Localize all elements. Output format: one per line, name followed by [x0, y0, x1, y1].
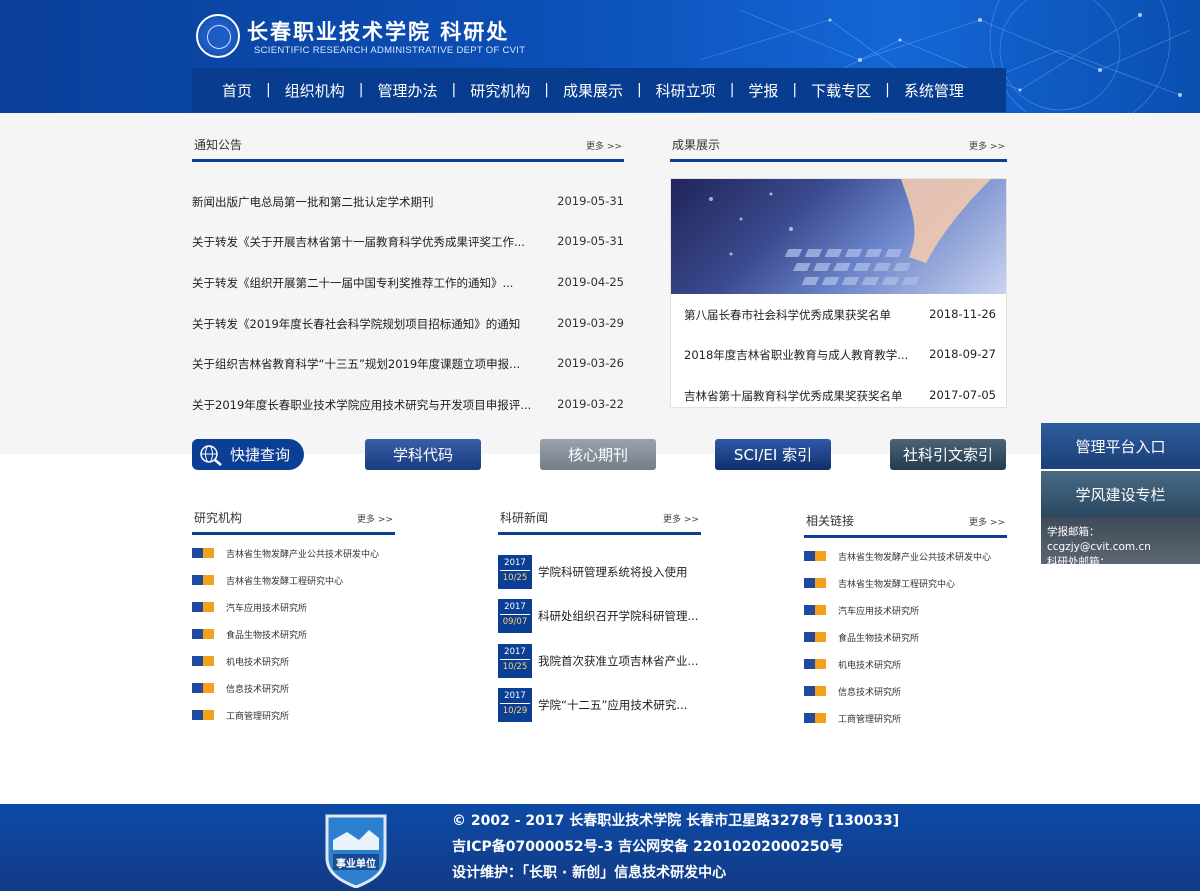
- links-header: 相关链接 更多 >>: [804, 508, 1007, 538]
- nav-projects[interactable]: 科研立项: [656, 80, 716, 101]
- news-more-link[interactable]: 更多 >>: [663, 512, 699, 525]
- nav-separator: |: [729, 82, 735, 98]
- nav-separator: |: [885, 82, 890, 98]
- notice-item[interactable]: 关于转发《2019年度长春社会科学院规划项目招标通知》的通知 2019-03-29: [192, 316, 624, 336]
- achievement-title[interactable]: 吉林省第十届教育科学优秀成果奖获奖名单: [684, 388, 914, 404]
- notice-item[interactable]: 关于组织吉林省教育科学“十三五”规划2019年度课题立项申报... 2019-03…: [192, 356, 624, 376]
- institutes-header: 研究机构 更多 >>: [192, 505, 395, 535]
- notices-header: 通知公告 更多 >>: [192, 132, 624, 162]
- institutes-title: 研究机构: [194, 511, 243, 525]
- notice-title[interactable]: 关于组织吉林省教育科学“十三五”规划2019年度课题立项申报...: [192, 356, 532, 372]
- news-title-link[interactable]: 科研处组织召开学院科研管理...: [538, 608, 703, 624]
- nav-separator: |: [544, 82, 549, 98]
- quick-search-label: 快捷查询: [230, 446, 291, 464]
- subject-code-button[interactable]: 学科代码: [365, 439, 481, 470]
- notice-title[interactable]: 关于转发《2019年度长春社会科学院规划项目招标通知》的通知: [192, 316, 532, 332]
- notice-item[interactable]: 关于转发《组织开展第二十一届中国专利奖推荐工作的通知》... 2019-04-25: [192, 275, 624, 295]
- nav-research-institutes[interactable]: 研究机构: [470, 80, 530, 101]
- nav-downloads[interactable]: 下载专区: [811, 80, 871, 101]
- contact-emails: 学报邮箱：ccgzjy@cvit.com.cn 科研处邮箱：cvitkyc@12…: [1041, 517, 1200, 583]
- notices-title: 通知公告: [194, 138, 243, 152]
- notice-date: 2019-04-25: [557, 275, 624, 289]
- notice-title[interactable]: 关于转发《关于开展吉林省第十一届教育科学优秀成果评奖工作...: [192, 234, 532, 250]
- news-title-link[interactable]: 我院首次获准立项吉林省产业...: [538, 653, 703, 669]
- achievement-item[interactable]: 2018年度吉林省职业教育与成人教育教学... 2018-09-27: [684, 347, 996, 365]
- news-item[interactable]: 2017 10/25 学院科研管理系统将投入使用: [498, 555, 708, 589]
- nav-achievements[interactable]: 成果展示: [563, 80, 623, 101]
- notice-item[interactable]: 关于2019年度长春职业技术学院应用技术研究与开发项目申报评... 2019-03…: [192, 397, 624, 417]
- site-header: 长春职业技术学院 科研处 SCIENTIFIC RESEARCH ADMINIS…: [0, 0, 1200, 113]
- achievements-more-link[interactable]: 更多 >>: [969, 139, 1005, 152]
- news-item[interactable]: 2017 10/25 我院首次获准立项吉林省产业...: [498, 644, 708, 678]
- badge-text: 事业单位: [336, 857, 376, 870]
- footer-maintainer: 设计维护：「长职 · 新创」信息技术研发中心: [452, 865, 727, 881]
- admin-platform-button[interactable]: 管理平台入口: [1041, 423, 1200, 469]
- nav-home[interactable]: 首页: [222, 80, 252, 101]
- office-email: 科研处邮箱：cvitkyc@126.com: [1047, 556, 1141, 583]
- public-institution-badge-icon[interactable]: 事业单位: [323, 810, 389, 888]
- nav-separator: |: [451, 82, 457, 98]
- achievement-item[interactable]: 第八届长春市社会科学优秀成果获奖名单 2018-11-26: [684, 307, 996, 325]
- news-date-badge: 2017 10/25: [498, 555, 532, 589]
- achievements-header: 成果展示 更多 >>: [670, 132, 1007, 162]
- notice-title[interactable]: 关于2019年度长春职业技术学院应用技术研究与开发项目申报评...: [192, 397, 532, 413]
- notice-item[interactable]: 关于转发《关于开展吉林省第十一届教育科学优秀成果评奖工作... 2019-05-3…: [192, 234, 624, 254]
- globe-search-icon: [200, 444, 222, 466]
- notice-date: 2019-03-29: [557, 316, 624, 330]
- nav-separator: |: [266, 82, 271, 98]
- notice-date: 2019-05-31: [557, 194, 624, 208]
- footer-icp[interactable]: 吉ICP备07000052号-3 吉公网安备 22010202000250号: [452, 836, 843, 856]
- nav-separator: |: [636, 82, 642, 98]
- nav-separator: |: [792, 82, 798, 98]
- notice-date: 2019-03-22: [557, 397, 624, 411]
- notice-item[interactable]: 新闻出版广电总局第一批和第二批认定学术期刊 2019-05-31: [192, 194, 624, 214]
- news-title-link[interactable]: 学院“十二五”应用技术研究...: [538, 697, 703, 713]
- college-seal-logo[interactable]: [196, 14, 240, 58]
- notice-title[interactable]: 新闻出版广电总局第一批和第二批认定学术期刊: [192, 194, 532, 210]
- nav-organization[interactable]: 组织机构: [285, 80, 345, 101]
- news-title: 科研新闻: [500, 511, 549, 525]
- achievements-panel: 第八届长春市社会科学优秀成果获奖名单 2018-11-26 2018年度吉林省职业…: [670, 178, 1007, 408]
- academic-style-button[interactable]: 学风建设专栏: [1041, 471, 1200, 517]
- achievement-date: 2018-09-27: [929, 347, 996, 361]
- news-title-link[interactable]: 学院科研管理系统将投入使用: [538, 564, 703, 580]
- achievement-title[interactable]: 2018年度吉林省职业教育与成人教育教学...: [684, 347, 914, 363]
- footer-copyright: © 2002 - 2017 长春职业技术学院 长春市卫星路3278号 [1300…: [452, 813, 900, 829]
- keyboard-hand-image[interactable]: [671, 179, 1006, 294]
- news-date-badge: 2017 09/07: [498, 599, 532, 633]
- site-subtitle: SCIENTIFIC RESEARCH ADMINISTRATIVE DEPT …: [254, 45, 526, 56]
- core-journals-button[interactable]: 核心期刊: [540, 439, 656, 470]
- notice-title[interactable]: 关于转发《组织开展第二十一届中国专利奖推荐工作的通知》...: [192, 275, 532, 291]
- main-nav: 首页 | 组织机构 | 管理办法 | 研究机构 | 成果展示 | 科研立项 | …: [192, 68, 1006, 112]
- site-footer: 事业单位 © 2002 - 2017 长春职业技术学院 长春市卫星路3278号 …: [0, 804, 1200, 891]
- notices-more-link[interactable]: 更多 >>: [586, 139, 622, 152]
- institutes-more-link[interactable]: 更多 >>: [357, 512, 393, 525]
- news-header: 科研新闻 更多 >>: [498, 505, 701, 535]
- sci-ei-index-button[interactable]: SCI/EI 索引: [715, 439, 831, 470]
- links-title: 相关链接: [806, 514, 855, 528]
- nav-system-admin[interactable]: 系统管理: [904, 80, 964, 101]
- news-item[interactable]: 2017 10/29 学院“十二五”应用技术研究...: [498, 688, 708, 722]
- achievement-date: 2017-07-05: [929, 388, 996, 402]
- site-title: 长春职业技术学院 科研处: [247, 19, 510, 44]
- achievements-title: 成果展示: [672, 138, 721, 152]
- quick-search-button[interactable]: 快捷查询: [192, 439, 304, 470]
- achievement-item[interactable]: 吉林省第十届教育科学优秀成果奖获奖名单 2017-07-05: [684, 388, 996, 406]
- nav-regulations[interactable]: 管理办法: [377, 80, 437, 101]
- achievement-date: 2018-11-26: [929, 307, 996, 321]
- social-science-index-button[interactable]: 社科引文索引: [890, 439, 1006, 470]
- achievement-title[interactable]: 第八届长春市社会科学优秀成果获奖名单: [684, 307, 914, 323]
- notice-date: 2019-03-26: [557, 356, 624, 370]
- news-date-badge: 2017 10/25: [498, 644, 532, 678]
- nav-journal[interactable]: 学报: [748, 80, 778, 101]
- news-date-badge: 2017 10/29: [498, 688, 532, 722]
- journal-email: 学报邮箱：ccgzjy@cvit.com.cn: [1047, 526, 1151, 553]
- news-item[interactable]: 2017 09/07 科研处组织召开学院科研管理...: [498, 599, 708, 633]
- nav-separator: |: [358, 82, 364, 98]
- notice-date: 2019-05-31: [557, 234, 624, 248]
- keyboard-illustration-icon: [709, 179, 991, 285]
- links-more-link[interactable]: 更多 >>: [969, 515, 1005, 528]
